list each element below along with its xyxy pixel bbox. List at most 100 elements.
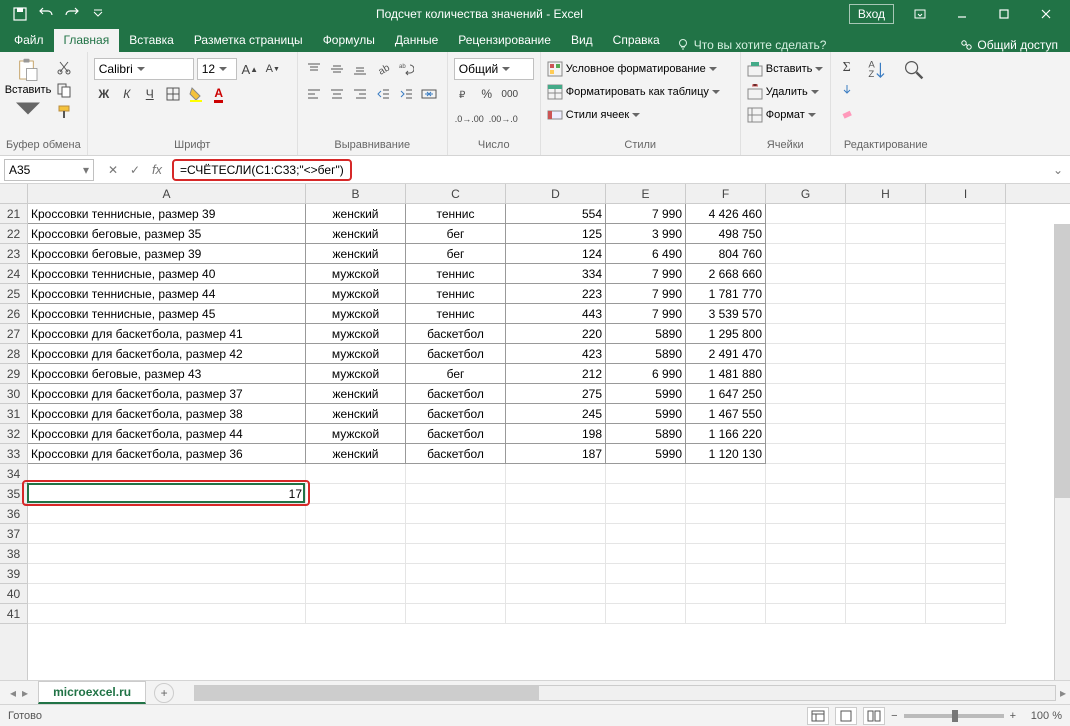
cell-E39[interactable] — [606, 564, 686, 584]
cell-G26[interactable] — [766, 304, 846, 324]
cell-F24[interactable]: 2 668 660 — [686, 264, 766, 284]
cell-A22[interactable]: Кроссовки беговые, размер 35 — [28, 224, 306, 244]
cell-G32[interactable] — [766, 424, 846, 444]
format-as-table-button[interactable]: Форматировать как таблицу — [547, 81, 720, 103]
cell-C25[interactable]: теннис — [406, 284, 506, 304]
cell-H29[interactable] — [846, 364, 926, 384]
cell-H30[interactable] — [846, 384, 926, 404]
row-header-37[interactable]: 37 — [0, 524, 27, 544]
col-header-F[interactable]: F — [686, 184, 766, 203]
row-header-30[interactable]: 30 — [0, 384, 27, 404]
cell-D31[interactable]: 245 — [506, 404, 606, 424]
tab-вставка[interactable]: Вставка — [119, 29, 184, 52]
cell-B25[interactable]: мужской — [306, 284, 406, 304]
find-select-button[interactable] — [899, 58, 929, 82]
cell-D29[interactable]: 212 — [506, 364, 606, 384]
cell-I32[interactable] — [926, 424, 1006, 444]
cell-C21[interactable]: теннис — [406, 204, 506, 224]
cell-E34[interactable] — [606, 464, 686, 484]
row-header-38[interactable]: 38 — [0, 544, 27, 564]
cell-D26[interactable]: 443 — [506, 304, 606, 324]
name-box[interactable]: A35▾ — [4, 159, 94, 181]
cell-F32[interactable]: 1 166 220 — [686, 424, 766, 444]
cell-E27[interactable]: 5890 — [606, 324, 686, 344]
cell-D32[interactable]: 198 — [506, 424, 606, 444]
col-header-E[interactable]: E — [606, 184, 686, 203]
cell-G21[interactable] — [766, 204, 846, 224]
align-middle-icon[interactable] — [327, 59, 347, 79]
cell-E21[interactable]: 7 990 — [606, 204, 686, 224]
qat-customize-icon[interactable] — [86, 2, 110, 26]
cell-C35[interactable] — [406, 484, 506, 504]
align-right-icon[interactable] — [350, 84, 370, 104]
cell-C30[interactable]: баскетбол — [406, 384, 506, 404]
orientation-icon[interactable]: ab — [373, 59, 393, 79]
row-header-26[interactable]: 26 — [0, 304, 27, 324]
row-header-32[interactable]: 32 — [0, 424, 27, 444]
cell-H28[interactable] — [846, 344, 926, 364]
cell-G34[interactable] — [766, 464, 846, 484]
currency-icon[interactable]: ₽ — [454, 84, 474, 104]
font-name-combo[interactable]: Calibri — [94, 58, 194, 80]
cell-A23[interactable]: Кроссовки беговые, размер 39 — [28, 244, 306, 264]
cell-E23[interactable]: 6 490 — [606, 244, 686, 264]
cell-B26[interactable]: мужской — [306, 304, 406, 324]
cell-G28[interactable] — [766, 344, 846, 364]
cell-F26[interactable]: 3 539 570 — [686, 304, 766, 324]
cell-A26[interactable]: Кроссовки теннисные, размер 45 — [28, 304, 306, 324]
cell-I40[interactable] — [926, 584, 1006, 604]
underline-button[interactable]: Ч — [140, 84, 160, 104]
cell-G22[interactable] — [766, 224, 846, 244]
cell-F41[interactable] — [686, 604, 766, 624]
cell-I37[interactable] — [926, 524, 1006, 544]
row-header-35[interactable]: 35 — [0, 484, 27, 504]
autosum-icon[interactable]: Σ — [837, 58, 857, 78]
cell-I36[interactable] — [926, 504, 1006, 524]
cell-I22[interactable] — [926, 224, 1006, 244]
cell-I33[interactable] — [926, 444, 1006, 464]
cell-G27[interactable] — [766, 324, 846, 344]
insert-function-icon[interactable]: fx — [148, 162, 166, 177]
cell-I28[interactable] — [926, 344, 1006, 364]
add-sheet-button[interactable]: + — [154, 683, 174, 703]
row-header-41[interactable]: 41 — [0, 604, 27, 624]
col-header-A[interactable]: A — [28, 184, 306, 203]
cell-E31[interactable]: 5990 — [606, 404, 686, 424]
conditional-formatting-button[interactable]: Условное форматирование — [547, 58, 717, 80]
cell-D33[interactable]: 187 — [506, 444, 606, 464]
cell-C22[interactable]: бег — [406, 224, 506, 244]
wrap-text-icon[interactable]: ab — [396, 59, 416, 79]
row-header-28[interactable]: 28 — [0, 344, 27, 364]
ribbon-display-icon[interactable] — [900, 0, 940, 28]
save-icon[interactable] — [8, 2, 32, 26]
horizontal-scrollbar[interactable] — [194, 685, 1056, 701]
row-header-24[interactable]: 24 — [0, 264, 27, 284]
tab-вид[interactable]: Вид — [561, 29, 603, 52]
expand-formula-bar-icon[interactable]: ⌄ — [1052, 163, 1070, 177]
cell-E29[interactable]: 6 990 — [606, 364, 686, 384]
cell-A39[interactable] — [28, 564, 306, 584]
cell-I41[interactable] — [926, 604, 1006, 624]
tab-разметка страницы[interactable]: Разметка страницы — [184, 29, 313, 52]
cell-A31[interactable]: Кроссовки для баскетбола, размер 38 — [28, 404, 306, 424]
cell-F38[interactable] — [686, 544, 766, 564]
cell-I26[interactable] — [926, 304, 1006, 324]
paste-button[interactable]: Вставить — [6, 58, 50, 122]
cell-F39[interactable] — [686, 564, 766, 584]
cell-C37[interactable] — [406, 524, 506, 544]
tell-me-search[interactable]: Что вы хотите сделать? — [676, 38, 827, 52]
cell-D39[interactable] — [506, 564, 606, 584]
font-color-icon[interactable]: A — [209, 84, 229, 104]
cell-A21[interactable]: Кроссовки теннисные, размер 39 — [28, 204, 306, 224]
cell-I25[interactable] — [926, 284, 1006, 304]
cells-area[interactable]: Кроссовки теннисные, размер 39женскийтен… — [28, 204, 1006, 680]
cell-F40[interactable] — [686, 584, 766, 604]
cell-D25[interactable]: 223 — [506, 284, 606, 304]
cell-F37[interactable] — [686, 524, 766, 544]
cell-B38[interactable] — [306, 544, 406, 564]
cell-I39[interactable] — [926, 564, 1006, 584]
cell-A32[interactable]: Кроссовки для баскетбола, размер 44 — [28, 424, 306, 444]
align-left-icon[interactable] — [304, 84, 324, 104]
cell-F35[interactable] — [686, 484, 766, 504]
sheet-tab[interactable]: microexcel.ru — [38, 681, 146, 704]
